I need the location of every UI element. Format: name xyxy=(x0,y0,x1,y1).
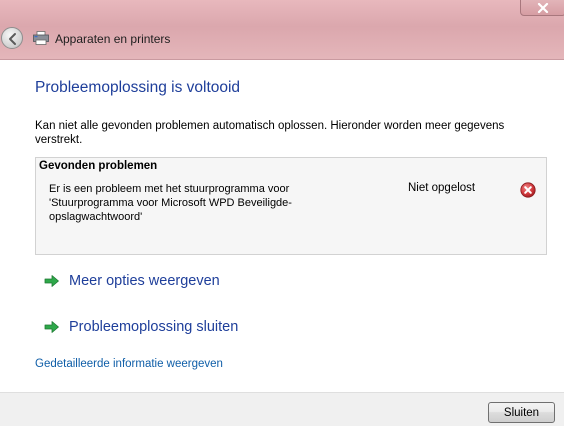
window-close-button[interactable] xyxy=(520,0,564,16)
problems-panel: Gevonden problemen Er is een probleem me… xyxy=(35,157,547,255)
error-icon xyxy=(520,182,536,198)
back-button[interactable] xyxy=(1,27,23,49)
more-options-command[interactable]: Meer opties weergeven xyxy=(44,273,220,289)
close-button[interactable]: Sluiten xyxy=(488,402,555,423)
close-troubleshooter-label: Probleemoplossing sluiten xyxy=(69,319,239,335)
green-arrow-icon xyxy=(44,321,59,333)
title-bar: Apparaten en printers xyxy=(0,0,564,60)
problems-header: Gevonden problemen xyxy=(39,160,158,172)
green-arrow-icon xyxy=(44,275,59,287)
description-text: Kan niet alle gevonden problemen automat… xyxy=(35,120,505,146)
close-troubleshooter-command[interactable]: Probleemoplossing sluiten xyxy=(44,319,238,335)
printer-icon xyxy=(33,31,49,45)
troubleshooter-window: Apparaten en printers Probleemoplossing … xyxy=(0,0,564,426)
footer-bar: Sluiten xyxy=(0,392,564,426)
back-arrow-icon xyxy=(9,33,16,45)
breadcrumb[interactable]: Apparaten en printers xyxy=(55,32,170,46)
more-options-label: Meer opties weergeven xyxy=(69,273,220,289)
detailed-info-link[interactable]: Gedetailleerde informatie weergeven xyxy=(35,358,223,370)
problem-status: Niet opgelost xyxy=(408,182,476,194)
page-title: Probleemoplossing is voltooid xyxy=(35,79,241,96)
problem-description: Er is een probleem met het stuurprogramm… xyxy=(49,183,292,223)
close-x-icon xyxy=(537,3,549,13)
